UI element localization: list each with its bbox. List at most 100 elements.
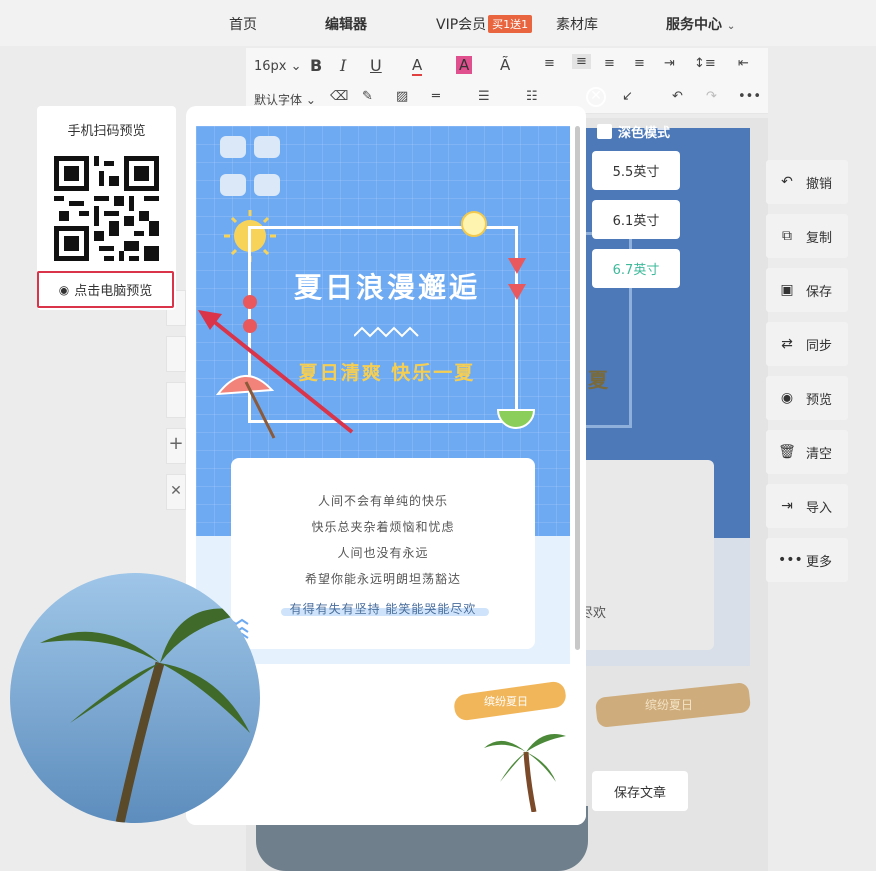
sidebar-button-label: 复制 xyxy=(806,230,833,246)
poster: 夏日浪漫邂逅 夏日清爽 快乐一夏 人间不会有单纯的快乐 快乐总夹杂着烦恼和忧虑 … xyxy=(196,126,570,664)
nav-editor[interactable]: 编辑器 xyxy=(325,14,367,34)
highlight-color-icon[interactable]: A xyxy=(456,56,473,74)
nav-service[interactable]: 服务中心 ⌄ xyxy=(666,14,735,34)
delete-icon[interactable]: ✕ xyxy=(166,474,186,510)
sidebar-button-label: 撤销 xyxy=(806,176,833,192)
sidebar-button-copy[interactable]: ⧉ 复制 xyxy=(766,214,848,258)
font-size-value: 16px xyxy=(254,59,287,74)
chevron-down-icon: ⌄ xyxy=(726,21,736,32)
sync-icon: ⇄ xyxy=(781,336,793,352)
spacing-icon[interactable]: ☷ xyxy=(526,89,538,104)
sidebar-button-trash[interactable]: 🗑 清空 xyxy=(766,430,848,474)
bg-card xyxy=(580,460,714,650)
dark-mode-toggle[interactable]: 深色模式 xyxy=(597,122,670,141)
editor-toolbar: 16px ⌄ B I U A A Ã ≡ ≡ ≡ ≡ ⇥ ↕≡ ⇤ 默认字体 ⌄… xyxy=(246,48,768,114)
indent-icon[interactable]: ⇥ xyxy=(664,56,675,71)
import-icon: ⇥ xyxy=(781,498,793,514)
poster-title: 夏日浪漫邂逅 xyxy=(293,271,480,304)
vip-badge: 买1送1 xyxy=(488,15,533,33)
eraser-icon[interactable]: ⌫ xyxy=(330,89,348,104)
copy-icon: ⧉ xyxy=(782,228,792,244)
font-size-select[interactable]: 16px ⌄ xyxy=(254,59,302,74)
poem-highlight: 有得有失有坚持 能笑能哭能尽欢 xyxy=(289,602,477,616)
undo-toolbar-icon[interactable]: ↶ xyxy=(672,89,683,104)
cloud-icon xyxy=(220,174,246,196)
add-icon[interactable]: + xyxy=(166,428,186,464)
nav-home[interactable]: 首页 xyxy=(229,14,257,34)
checkbox-icon xyxy=(597,124,612,139)
image-icon[interactable]: ▨ xyxy=(396,89,408,104)
qr-code-image xyxy=(54,156,159,261)
sidebar-button-save[interactable]: ▣ 保存 xyxy=(766,268,848,312)
divider-icon[interactable]: ═ xyxy=(432,89,440,104)
undo-icon: ↶ xyxy=(781,174,793,190)
side-tool[interactable] xyxy=(166,336,186,372)
cherry-icon xyxy=(243,295,257,333)
arrow-icon[interactable]: ↙ xyxy=(622,89,633,104)
justify-icon[interactable]: ≡ xyxy=(634,56,645,71)
nav-vip[interactable]: VIP会员 买1送1 xyxy=(436,14,533,34)
sidebar-button-label: 同步 xyxy=(806,338,833,354)
dark-mode-label: 深色模式 xyxy=(618,126,671,141)
sidebar-button-more[interactable]: ••• 更多 xyxy=(766,538,848,582)
size-button-6-1[interactable]: 6.1英寸 xyxy=(592,200,680,239)
watermelon-icon xyxy=(508,258,526,300)
lemon-icon xyxy=(461,211,487,237)
poem-card: 人间不会有单纯的快乐 快乐总夹杂着烦恼和忧虑 人间也没有永远 希望你能永远明朗坦… xyxy=(231,458,535,649)
sidebar-button-label: 更多 xyxy=(806,554,833,570)
underline-icon[interactable]: U xyxy=(370,56,382,75)
sidebar-button-undo[interactable]: ↶ 撤销 xyxy=(766,160,848,204)
bg-xia-text: 夏 xyxy=(588,368,608,392)
sidebar-button-label: 导入 xyxy=(806,500,833,516)
size-button-6-7[interactable]: 6.7英寸 xyxy=(592,249,680,288)
italic-icon[interactable]: I xyxy=(340,56,346,75)
top-nav: 首页 编辑器 VIP会员 买1送1 素材库 服务中心 ⌄ xyxy=(0,0,876,46)
more-toolbar-icon[interactable]: ••• xyxy=(738,89,761,104)
nav-materials[interactable]: 素材库 xyxy=(556,14,598,34)
sidebar-button-eye[interactable]: ◉ 预览 xyxy=(766,376,848,420)
line-height-icon[interactable]: ↕≡ xyxy=(694,56,716,71)
sidebar-button-label: 保存 xyxy=(806,284,833,300)
eye-icon: ◉ xyxy=(58,282,70,297)
brush-text: 缤纷夏日 xyxy=(484,695,528,708)
paragraph-icon[interactable]: ☰ xyxy=(478,89,490,104)
palm-photo xyxy=(10,573,260,823)
cloud-icon xyxy=(220,136,246,158)
pc-preview-button[interactable]: ◉ 点击电脑预览 xyxy=(37,271,174,308)
lime-icon xyxy=(496,409,536,429)
poem-line: 人间也没有永远 xyxy=(337,546,429,560)
size-button-5-5[interactable]: 5.5英寸 xyxy=(592,151,680,190)
font-family-value: 默认字体 xyxy=(254,93,303,107)
pc-preview-label: 点击电脑预览 xyxy=(74,284,153,299)
bold-icon[interactable]: B xyxy=(310,56,322,75)
exit-icon[interactable]: ⇤ xyxy=(738,56,749,71)
cloud-icon xyxy=(254,174,280,196)
cloud-icon xyxy=(254,136,280,158)
nav-vip-label: VIP会员 xyxy=(436,17,487,33)
save-article-button[interactable]: 保存文章 xyxy=(592,771,688,811)
palm-photo-image xyxy=(40,608,250,823)
bg-brush-text: 缤纷夏日 xyxy=(645,698,694,712)
poem-line: 希望你能永远明朗坦荡豁达 xyxy=(304,572,461,586)
text-style-icon[interactable]: Ã xyxy=(500,56,510,74)
format-brush-icon[interactable]: ✎ xyxy=(362,89,373,104)
font-color-icon[interactable]: A xyxy=(412,56,423,76)
sidebar-button-import[interactable]: ⇥ 导入 xyxy=(766,484,848,528)
align-right-icon[interactable]: ≡ xyxy=(604,56,615,71)
trash-icon: 🗑 xyxy=(778,444,796,460)
sidebar-button-sync[interactable]: ⇄ 同步 xyxy=(766,322,848,366)
qr-title: 手机扫码预览 xyxy=(67,124,146,139)
sidebar-button-label: 清空 xyxy=(806,446,833,462)
close-icon[interactable]: ✕ xyxy=(586,87,606,107)
eye-icon: ◉ xyxy=(780,390,794,406)
redo-toolbar-icon[interactable]: ↷ xyxy=(706,89,717,104)
align-center-icon[interactable]: ≡ xyxy=(572,54,591,69)
save-icon: ▣ xyxy=(780,282,794,298)
sidebar-button-label: 预览 xyxy=(806,392,833,408)
umbrella-icon xyxy=(215,374,276,439)
preview-scrollbar[interactable] xyxy=(575,126,580,650)
nav-service-label: 服务中心 xyxy=(666,17,722,33)
palm-tree-icon xyxy=(484,734,566,812)
side-tool[interactable] xyxy=(166,382,186,418)
align-left-icon[interactable]: ≡ xyxy=(544,56,555,71)
